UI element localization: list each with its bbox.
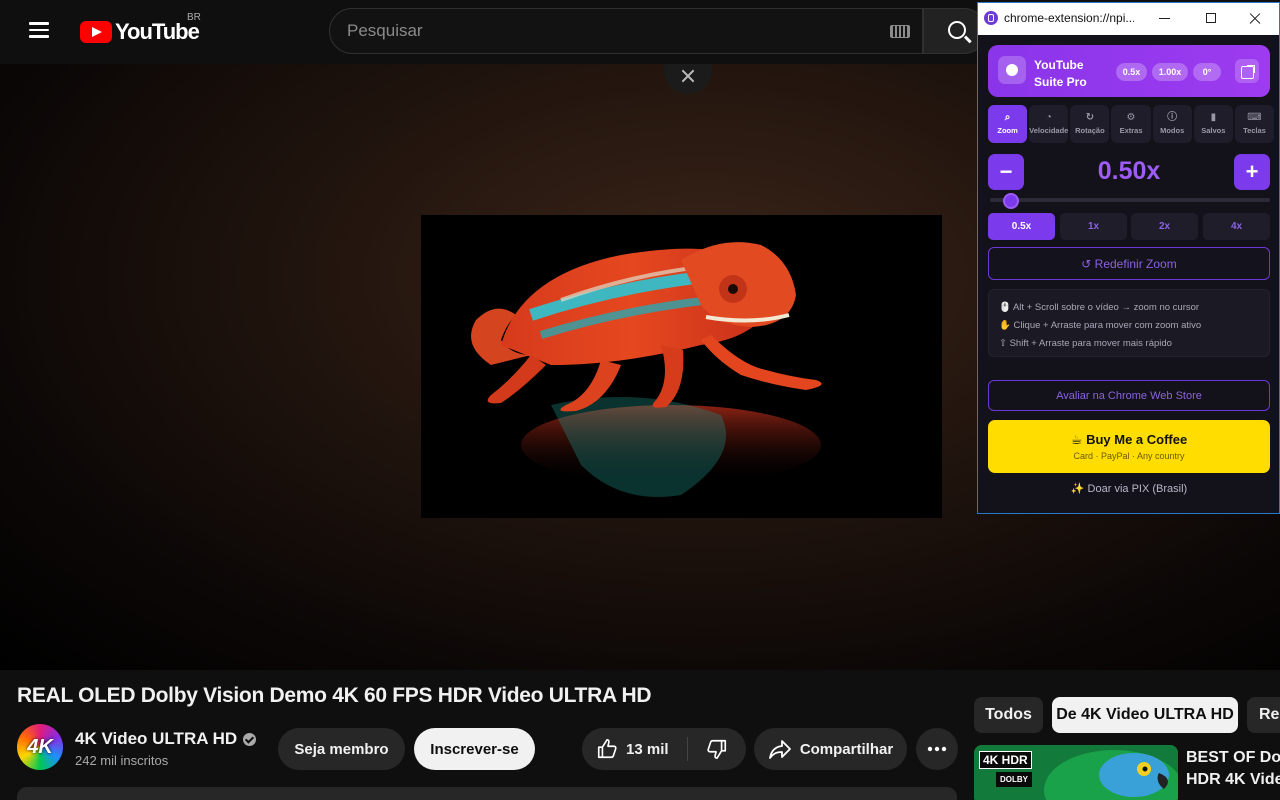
extension-favicon-icon [984, 11, 998, 25]
search-box [329, 8, 923, 54]
zoom-badge: 0.5x [1116, 63, 1147, 81]
preset-4x-button[interactable]: 4x [1203, 213, 1270, 240]
pix-donate-link[interactable]: ✨ Doar via PIX (Brasil) [988, 482, 1270, 495]
keyboard-icon[interactable] [890, 25, 910, 38]
thumbs-up-icon [597, 739, 617, 759]
dislike-button[interactable] [688, 728, 746, 770]
gear-icon: ⚙ [1126, 112, 1136, 123]
open-external-icon[interactable] [1235, 59, 1259, 83]
extension-logo-icon [998, 56, 1026, 84]
zoom-slider-track[interactable] [990, 198, 1270, 202]
tab-label: Rotação [1075, 126, 1105, 135]
channel-name[interactable]: 4K Video ULTRA HD [75, 729, 257, 749]
coffee-sublabel: Card · PayPal · Any country [1073, 451, 1185, 461]
tab-label: Extras [1119, 126, 1143, 135]
speed-badge: 1.00x [1152, 63, 1188, 81]
share-button[interactable]: Compartilhar [754, 728, 907, 770]
channel-avatar[interactable]: 4K [17, 724, 63, 770]
tip-item: ✋ Clique + Arraste para mover com zoom a… [999, 320, 1202, 331]
search-icon [948, 21, 966, 39]
recommendation-title-line2: HDR 4K Video [1186, 771, 1280, 788]
close-icon[interactable] [1248, 11, 1262, 25]
close-overlay-button[interactable] [664, 64, 712, 94]
join-member-button[interactable]: Seja membro [278, 728, 405, 770]
4k-hdr-badge: 4K HDR [979, 751, 1032, 769]
extension-tabs: ⌕ Zoom ◔ Velocidade ↻ Rotação ⚙ Extras ⓘ Modo… [988, 105, 1275, 143]
popup-titlebar[interactable]: chrome-extension://npi... [978, 3, 1279, 35]
tab-label: Modos [1160, 126, 1185, 135]
bookmark-icon: ▮ [1210, 112, 1217, 123]
tab-salvos[interactable]: ▮ Salvos [1193, 105, 1233, 143]
more-horizontal-icon [927, 746, 947, 752]
popup-url: chrome-extension://npi... [1004, 11, 1134, 25]
like-count: 13 mil [626, 740, 669, 758]
video-frame[interactable] [421, 215, 942, 518]
buy-me-a-coffee-button[interactable]: ☕ Buy Me a Coffee Card · PayPal · Any co… [988, 420, 1270, 473]
dolby-badge: DOLBY [996, 772, 1032, 787]
tab-modos[interactable]: ⓘ Modos [1152, 105, 1192, 143]
tab-zoom[interactable]: ⌕ Zoom [988, 105, 1028, 143]
thumbs-down-icon [707, 739, 727, 759]
chip-all[interactable]: Todos [974, 697, 1043, 733]
youtube-logo[interactable]: YouTube BR [80, 12, 201, 46]
zoom-slider-handle[interactable] [1003, 193, 1020, 209]
tab-rotacao[interactable]: ↻ Rotação [1070, 105, 1110, 143]
shortcut-tips: 🖱️ Alt + Scroll sobre o vídeo → zoom no … [988, 289, 1270, 357]
keyboard-icon: ⌨ [1247, 112, 1262, 123]
avatar-text: 4K [27, 735, 53, 758]
extension-title-line2: Suite Pro [1034, 75, 1087, 89]
more-actions-button[interactable] [916, 728, 958, 770]
chip-related[interactable]: Re [1247, 697, 1280, 733]
rotation-badge: 0° [1193, 63, 1221, 81]
recommendation-title-line1: BEST OF Dolb [1186, 749, 1280, 766]
preset-2x-button[interactable]: 2x [1131, 213, 1198, 240]
like-dislike-group: 13 mil [582, 728, 746, 770]
tab-label: Velocidade [1029, 126, 1069, 135]
zoom-out-button[interactable]: − [988, 154, 1024, 190]
description-box[interactable] [17, 787, 957, 800]
share-icon [768, 740, 791, 759]
like-button[interactable]: 13 mil [582, 728, 687, 770]
minimize-icon[interactable] [1159, 18, 1170, 19]
rate-chrome-store-button[interactable]: Avaliar na Chrome Web Store [988, 380, 1270, 411]
subscriber-count: 242 mil inscritos [75, 753, 169, 768]
info-icon: ⓘ [1167, 112, 1178, 123]
share-label: Compartilhar [799, 740, 894, 758]
search-icon: ⌕ [1004, 112, 1011, 123]
menu-icon[interactable] [24, 18, 54, 46]
gauge-icon: ◔ [1045, 112, 1052, 123]
verified-icon [243, 732, 257, 746]
rotate-icon: ↻ [1085, 112, 1095, 123]
recommendation-thumbnail[interactable]: 4K HDR DOLBY [974, 745, 1178, 800]
recommendation-title[interactable]: BEST OF Dolb HDR 4K Video [1186, 747, 1280, 791]
extension-title: YouTube Suite Pro [1034, 57, 1104, 91]
subscribe-button[interactable]: Inscrever-se [414, 728, 535, 770]
coffee-label: ☕ Buy Me a Coffee [1070, 432, 1188, 447]
tab-teclas[interactable]: ⌨ Teclas [1234, 105, 1275, 143]
extension-title-line1: YouTube [1034, 58, 1084, 72]
chip-channel[interactable]: De 4K Video ULTRA HD [1052, 697, 1238, 733]
extension-header: YouTube Suite Pro 0.5x 1.00x 0° [988, 45, 1270, 97]
reset-zoom-button[interactable]: ↺ Redefinir Zoom [988, 247, 1270, 280]
extension-popup-window: chrome-extension://npi... YouTube Suite … [977, 2, 1280, 514]
tab-label: Salvos [1201, 126, 1226, 135]
preset-1x-button[interactable]: 1x [1060, 213, 1127, 240]
channel-name-text[interactable]: 4K Video ULTRA HD [75, 729, 237, 749]
search-input[interactable] [347, 21, 867, 41]
preset-0.5x-button[interactable]: 0.5x [988, 213, 1055, 240]
zoom-value: 0.50x [1097, 157, 1161, 185]
chameleon-video-image [421, 215, 942, 518]
tab-label: Teclas [1243, 126, 1266, 135]
video-title: REAL OLED Dolby Vision Demo 4K 60 FPS HD… [17, 684, 652, 707]
tab-label: Zoom [997, 126, 1018, 135]
maximize-icon[interactable] [1206, 13, 1216, 23]
zoom-in-button[interactable]: + [1234, 154, 1270, 190]
country-code: BR [187, 12, 201, 23]
tip-item: 🖱️ Alt + Scroll sobre o vídeo → zoom no … [999, 302, 1200, 313]
youtube-play-icon [80, 21, 112, 43]
tab-velocidade[interactable]: ◔ Velocidade [1029, 105, 1069, 143]
tab-extras[interactable]: ⚙ Extras [1111, 105, 1151, 143]
tip-item: ⇧ Shift + Arraste para mover mais rápido [999, 338, 1172, 349]
